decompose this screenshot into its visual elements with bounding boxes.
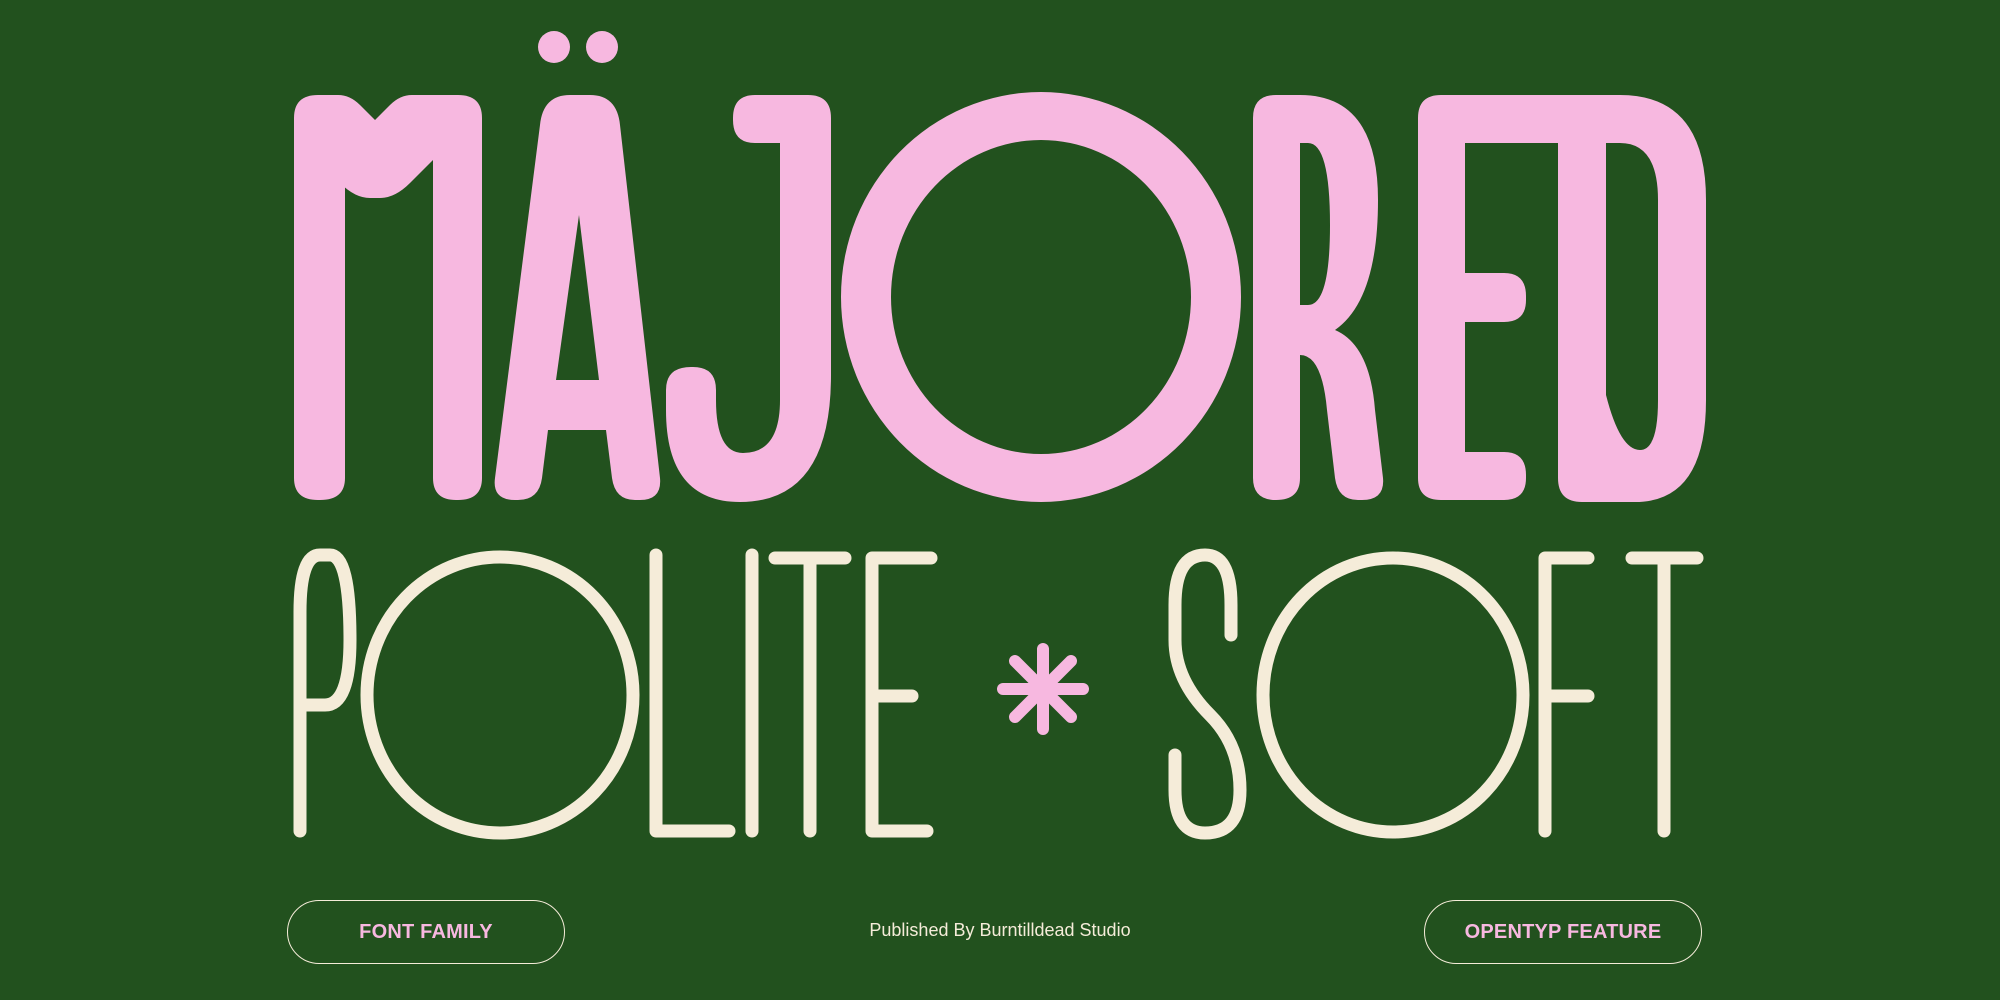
subline-letter-s (1168, 548, 1247, 840)
subline-letter-t-2 (1625, 551, 1704, 838)
opentype-feature-button[interactable]: OPENTYP FEATURE (1424, 900, 1702, 964)
font-showcase-banner: MÄJORED POLITE * SOFT (0, 0, 2000, 1000)
subline-letter-l (649, 548, 736, 838)
asterisk-icon (997, 643, 1089, 735)
subline-letter-o (360, 550, 640, 840)
subline-letter-f (1538, 551, 1595, 838)
subline-letter-t (768, 551, 852, 838)
subline-letter-e (865, 551, 938, 838)
subline-letter-o-2 (1256, 551, 1530, 839)
subline-display (293, 548, 1704, 840)
subline-letter-p (293, 548, 357, 838)
